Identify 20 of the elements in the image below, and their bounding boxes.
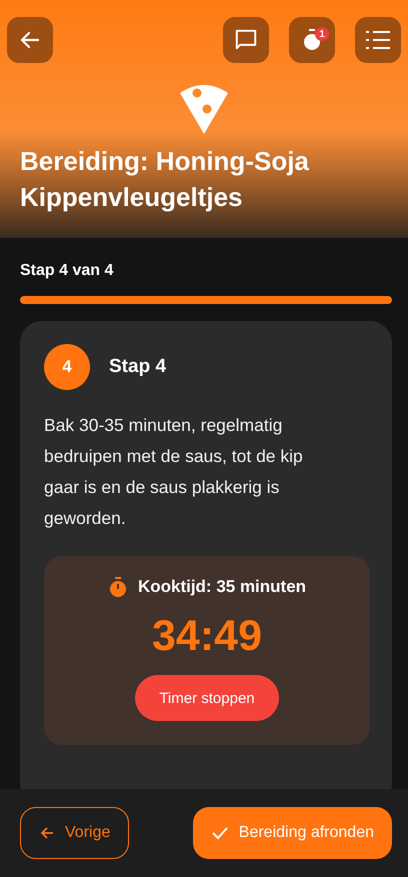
stopwatch-icon [108, 576, 128, 598]
stop-timer-button[interactable]: Timer stoppen [135, 675, 279, 721]
comment-button[interactable] [223, 17, 269, 63]
previous-button[interactable]: Vorige [20, 807, 130, 859]
step-instruction: Bak 30-35 minuten, regelmatig bedruipen met de saus, tot de kip gaar is en de saus plakkerig is geworden. [44, 414, 304, 530]
step-progress-label: Stap 4 van 4 [20, 262, 114, 280]
recipe-title: Bereiding: Honing-Soja Kippenvleugeltjes [20, 145, 310, 214]
numbered-list-icon [365, 28, 391, 52]
notification-badge: 1 [315, 27, 329, 41]
stopwatch-icon [301, 28, 323, 52]
left-arrow-icon [39, 825, 55, 841]
step-number: 4 [44, 344, 90, 390]
back-button[interactable] [7, 17, 53, 63]
step-title: Stap 4 [109, 356, 166, 378]
step-list-button[interactable] [355, 17, 401, 63]
cooking-time-label: Kooktijd: 35 minuten [138, 577, 306, 597]
countdown-time: 34:49 [152, 612, 262, 661]
timer-button[interactable]: 1 [289, 17, 335, 63]
checkmark-icon [210, 825, 229, 841]
finish-button[interactable]: Bereiding afronden [192, 807, 392, 859]
